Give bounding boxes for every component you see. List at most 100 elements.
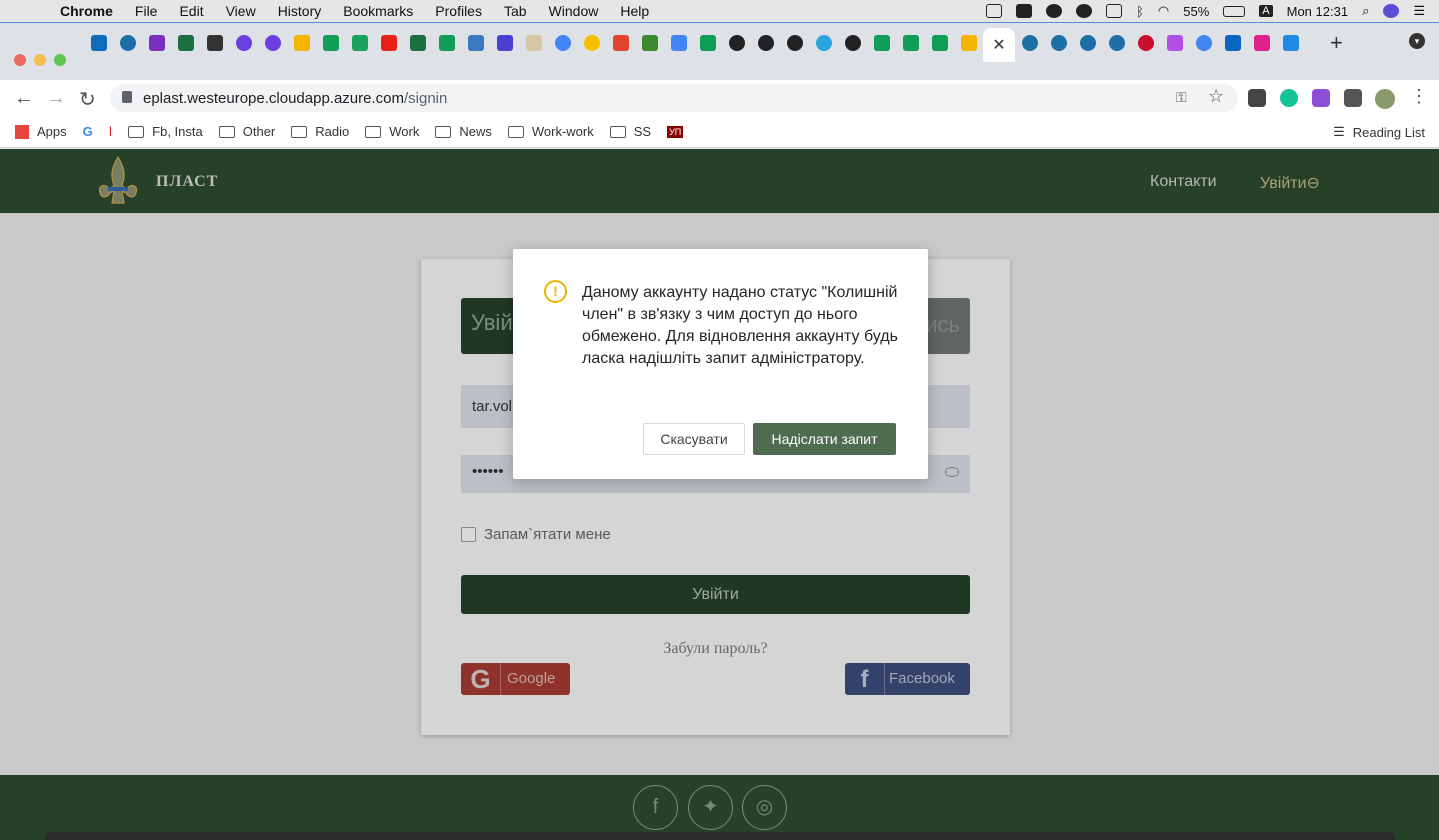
bookmark-other[interactable]: Other — [218, 124, 275, 139]
messages-icon[interactable] — [986, 4, 1003, 18]
tab-search[interactable] — [113, 28, 142, 58]
quill-icon[interactable] — [1016, 4, 1033, 18]
menu-view[interactable]: View — [226, 3, 256, 19]
tab-fancy[interactable] — [1247, 28, 1276, 58]
bookmark-apps[interactable]: Apps — [37, 124, 67, 139]
extensions-puzzle-icon[interactable] — [1344, 89, 1362, 107]
tab-sheets-3[interactable] — [693, 28, 722, 58]
tab-github-1[interactable] — [722, 28, 751, 58]
tab-drive[interactable] — [287, 28, 316, 58]
profile-avatar[interactable] — [1375, 89, 1395, 109]
tab-drive-2[interactable] — [954, 28, 983, 58]
tab-outlook[interactable] — [84, 28, 113, 58]
tab-diagram[interactable] — [461, 28, 490, 58]
menu-window[interactable]: Window — [549, 3, 599, 19]
new-tab-button[interactable]: + — [1330, 30, 1343, 56]
tab-sheets-2[interactable] — [432, 28, 461, 58]
bookmark-work-work[interactable]: Work-work — [507, 124, 594, 139]
url-text[interactable]: eplast.westeurope.cloudapp.azure.com/sig… — [143, 90, 447, 107]
send-request-button[interactable]: Надіслати запит — [753, 423, 896, 455]
tab-sheets-4[interactable] — [867, 28, 896, 58]
wifi-icon[interactable]: ◠ — [1158, 3, 1169, 19]
tab-dj-2[interactable] — [258, 28, 287, 58]
tab-search-2[interactable] — [1015, 28, 1044, 58]
chrome-menu-icon[interactable]: ⋮ — [1410, 86, 1428, 107]
google-bookmark-icon[interactable]: G — [83, 124, 93, 139]
todoist-icon — [612, 35, 629, 51]
tab-search-3[interactable] — [1044, 28, 1073, 58]
bluetooth-icon[interactable]: ᛒ — [1136, 4, 1144, 19]
macos-menubar: Chrome File Edit View History Bookmarks … — [0, 0, 1439, 22]
menu-bookmarks[interactable]: Bookmarks — [343, 3, 413, 19]
tab-r[interactable] — [142, 28, 171, 58]
back-arrow-icon[interactable]: ← — [14, 87, 34, 110]
bookmark-news[interactable]: News — [435, 124, 492, 139]
up-bookmark-icon[interactable]: УП — [667, 125, 684, 138]
tab-lines[interactable] — [490, 28, 519, 58]
tab-github-3[interactable] — [780, 28, 809, 58]
tab-notion[interactable] — [200, 28, 229, 58]
reading-list-button[interactable]: ☰ Reading List — [1333, 124, 1425, 140]
bookmark-work[interactable]: Work — [365, 124, 419, 139]
menu-file[interactable]: File — [135, 3, 158, 19]
tab-excel[interactable] — [171, 28, 200, 58]
tab-lastpass[interactable] — [1131, 28, 1160, 58]
tab-image[interactable] — [519, 28, 548, 58]
tab-search-5[interactable] — [1102, 28, 1131, 58]
spotlight-icon[interactable]: ⌕ — [1362, 3, 1369, 19]
bookmark-star-icon[interactable]: ☆ — [1208, 86, 1226, 106]
battery-icon[interactable] — [1223, 5, 1246, 17]
tab-telegram[interactable] — [809, 28, 838, 58]
forward-arrow-icon[interactable]: → — [46, 87, 66, 110]
input-source-icon[interactable]: A — [1259, 5, 1273, 17]
tab-dj-1[interactable] — [229, 28, 258, 58]
airplay-icon[interactable] — [1106, 4, 1123, 18]
tab-linkedin[interactable] — [1218, 28, 1247, 58]
control-center-icon[interactable]: ☰ — [1413, 3, 1425, 19]
tab-excel-2[interactable] — [403, 28, 432, 58]
menu-tab[interactable]: Tab — [504, 3, 527, 19]
bookmark-radio[interactable]: Radio — [291, 124, 349, 139]
viber-icon[interactable] — [1076, 4, 1093, 18]
tab-search-menu-icon[interactable]: ▾ — [1409, 33, 1425, 49]
key-icon[interactable]: ⚿ — [1176, 89, 1194, 107]
tab-layers[interactable] — [1276, 28, 1305, 58]
close-window-button[interactable] — [14, 54, 26, 66]
maximize-window-button[interactable] — [54, 54, 66, 66]
tab-snowflake[interactable] — [345, 28, 374, 58]
shield-extension-icon[interactable] — [1248, 89, 1266, 107]
tab-google-2[interactable] — [1189, 28, 1218, 58]
minimize-window-button[interactable] — [34, 54, 46, 66]
cancel-button[interactable]: Скасувати — [643, 423, 745, 455]
apps-grid-icon[interactable] — [15, 124, 29, 139]
tab-play[interactable] — [577, 28, 606, 58]
bookmark-fb-insta[interactable]: Fb, Insta — [128, 124, 203, 139]
clock[interactable]: Mon 12:31 — [1287, 4, 1348, 19]
tab-active-close[interactable]: ✕ — [983, 28, 1015, 62]
tab-square[interactable] — [635, 28, 664, 58]
tab-todoist[interactable] — [606, 28, 635, 58]
menu-history[interactable]: History — [278, 3, 322, 19]
thermometer-bookmark-icon[interactable]: ǀ — [109, 124, 112, 139]
tab-youtube[interactable] — [374, 28, 403, 58]
menu-edit[interactable]: Edit — [179, 3, 203, 19]
tab-translate[interactable] — [664, 28, 693, 58]
lock-icon[interactable] — [122, 91, 132, 103]
tab-search-4[interactable] — [1073, 28, 1102, 58]
grammarly-icon[interactable] — [1280, 89, 1298, 107]
siri-icon[interactable] — [1383, 4, 1400, 18]
menu-help[interactable]: Help — [620, 3, 649, 19]
menu-profiles[interactable]: Profiles — [435, 3, 482, 19]
menu-app-name[interactable]: Chrome — [60, 3, 113, 19]
bookmark-ss[interactable]: SS — [609, 124, 651, 139]
tab-podcasts[interactable] — [1160, 28, 1189, 58]
check-icon[interactable] — [1046, 4, 1063, 18]
tab-sheets-5[interactable] — [896, 28, 925, 58]
tab-github-4[interactable] — [838, 28, 867, 58]
quill-extension-icon[interactable] — [1312, 89, 1330, 107]
reload-icon[interactable]: ↻ — [79, 87, 96, 112]
tab-github-2[interactable] — [751, 28, 780, 58]
tab-google[interactable] — [548, 28, 577, 58]
tab-sheets-6[interactable] — [925, 28, 954, 58]
tab-sheets[interactable] — [316, 28, 345, 58]
